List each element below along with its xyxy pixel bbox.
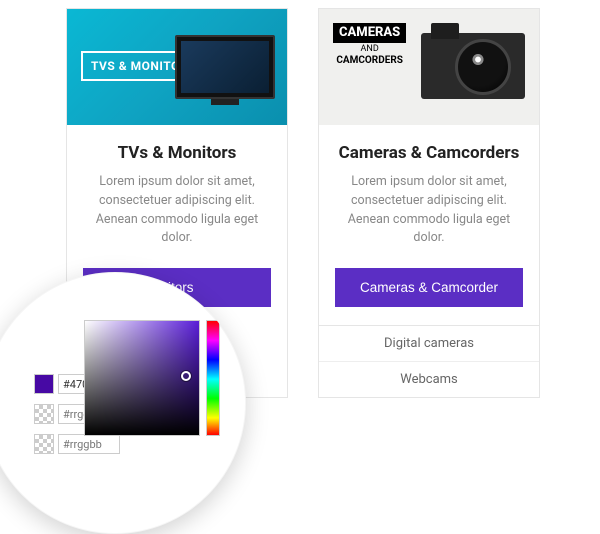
hex-input-3[interactable]	[58, 434, 120, 454]
hue-slider[interactable]	[206, 320, 220, 436]
swatch-row-3	[34, 434, 244, 454]
card-title: Cameras & Camcorders	[335, 143, 523, 163]
hero-badge-l1: CAMERAS	[333, 23, 406, 43]
btn-cameras[interactable]: Cameras & Camcorder	[335, 268, 523, 307]
tv-stand	[211, 99, 239, 105]
swatch-active[interactable]	[34, 374, 54, 394]
hero-badge-l2: AND	[333, 43, 406, 55]
hero-tvs: TVS & MONITORS	[67, 9, 287, 125]
card-desc: Lorem ipsum dolor sit amet, consectetuer…	[83, 173, 271, 248]
card-title: TVs & Monitors	[83, 143, 271, 163]
color-picker-popup	[0, 272, 246, 534]
card-cameras: CAMERAS AND CAMCORDERS Cameras & Camcord…	[318, 8, 540, 398]
card-desc: Lorem ipsum dolor sit amet, consectetuer…	[335, 173, 523, 248]
camera-icon	[421, 33, 525, 99]
sv-cursor[interactable]	[181, 371, 191, 381]
link-webcams[interactable]: Webcams	[319, 361, 539, 397]
saturation-value-area[interactable]	[84, 320, 200, 436]
card-links: Digital cameras Webcams	[319, 325, 539, 397]
tv-icon	[175, 35, 275, 99]
link-digital-cameras[interactable]: Digital cameras	[319, 326, 539, 361]
card-body-cameras: Cameras & Camcorders Lorem ipsum dolor s…	[319, 125, 539, 325]
hero-cameras: CAMERAS AND CAMCORDERS	[319, 9, 539, 125]
swatch-empty[interactable]	[34, 404, 54, 424]
hero-badge-l3: CAMCORDERS	[333, 55, 406, 66]
hero-badge-cameras: CAMERAS AND CAMCORDERS	[333, 23, 406, 66]
swatch-empty[interactable]	[34, 434, 54, 454]
